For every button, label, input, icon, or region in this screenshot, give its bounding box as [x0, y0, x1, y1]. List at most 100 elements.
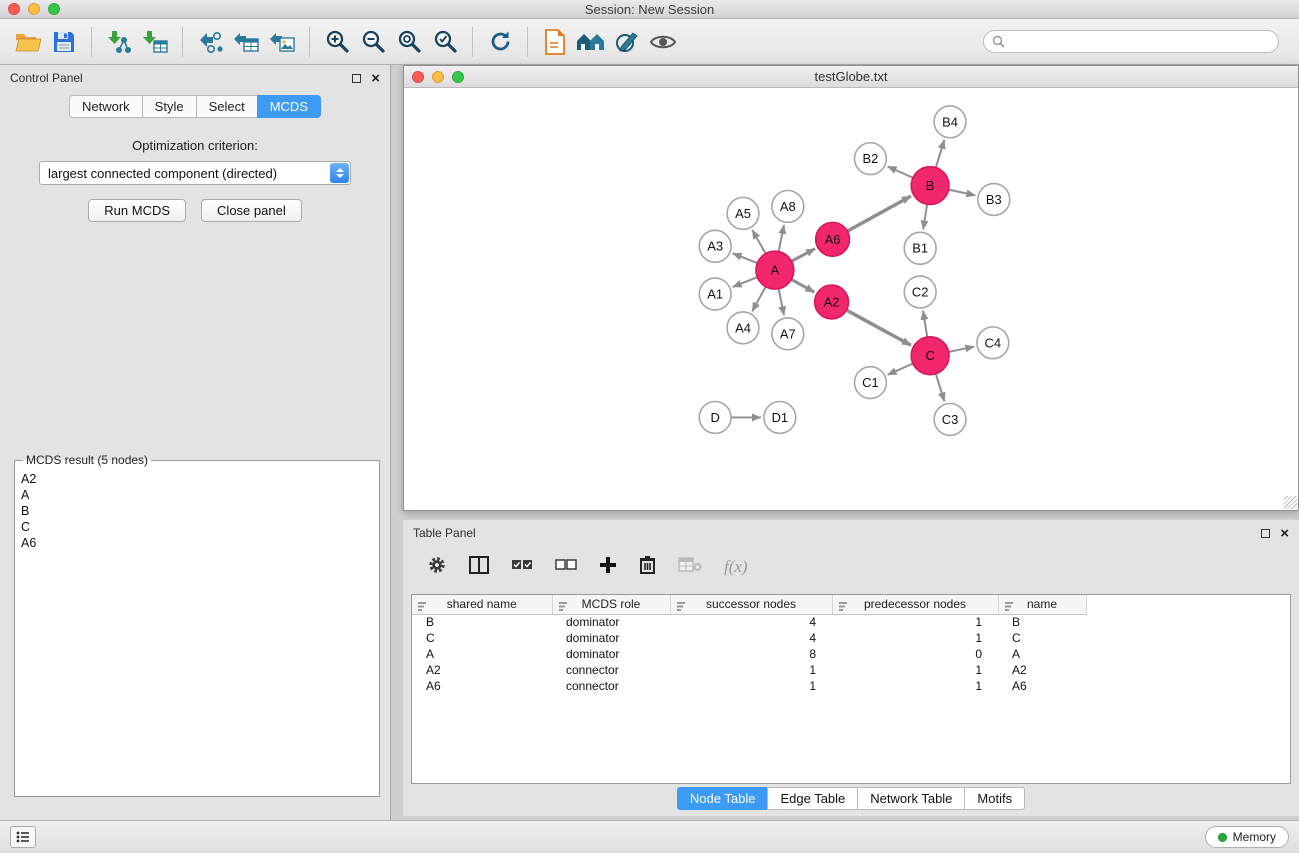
node-A8[interactable]: A8 — [772, 191, 804, 223]
node-C3[interactable]: C3 — [934, 404, 966, 436]
close-window-button[interactable] — [8, 3, 20, 15]
tab-network-table[interactable]: Network Table — [857, 787, 964, 810]
minimize-window-button[interactable] — [28, 3, 40, 15]
mcds-result-item[interactable]: A6 — [21, 535, 373, 551]
node-A7[interactable]: A7 — [772, 318, 804, 350]
delete-column-icon[interactable] — [639, 555, 656, 579]
first-neighbors-icon[interactable] — [537, 25, 573, 59]
table-row[interactable]: A2connector11A2 — [412, 662, 1290, 678]
table-settings-gear-icon[interactable] — [427, 555, 447, 580]
edge-A6-B[interactable] — [847, 196, 910, 231]
window-resize-grip[interactable] — [1284, 496, 1297, 509]
float-panel-icon[interactable] — [352, 74, 361, 83]
node-C2[interactable]: C2 — [904, 276, 936, 308]
panel-selector-button[interactable] — [10, 826, 36, 848]
node-B2[interactable]: B2 — [854, 143, 886, 175]
run-mcds-button[interactable]: Run MCDS — [88, 199, 186, 222]
edge-A-A3[interactable] — [733, 253, 758, 263]
select-all-icon[interactable] — [511, 557, 533, 578]
node-C4[interactable]: C4 — [977, 327, 1009, 359]
import-network-icon[interactable] — [101, 25, 137, 59]
mcds-result-item[interactable]: B — [21, 503, 373, 519]
node-C[interactable]: C — [911, 337, 949, 375]
export-image-icon[interactable] — [264, 25, 300, 59]
eye-icon[interactable] — [645, 25, 681, 59]
tab-motifs[interactable]: Motifs — [964, 787, 1025, 810]
network-window-titlebar[interactable]: testGlobe.txt — [404, 66, 1298, 88]
column-header-successor-nodes[interactable]: successor nodes — [670, 595, 832, 614]
new-network-icon[interactable] — [192, 25, 228, 59]
edge-B-B3[interactable] — [949, 190, 976, 196]
tab-node-table[interactable]: Node Table — [677, 787, 768, 810]
import-table-icon[interactable] — [137, 25, 173, 59]
edge-C-C4[interactable] — [949, 347, 975, 352]
table-row[interactable]: Bdominator41B — [412, 614, 1290, 630]
tab-style[interactable]: Style — [142, 95, 196, 118]
show-columns-icon[interactable] — [469, 556, 489, 579]
node-A4[interactable]: A4 — [727, 312, 759, 344]
column-header-predecessor-nodes[interactable]: predecessor nodes — [832, 595, 998, 614]
close-panel-button[interactable]: Close panel — [201, 199, 302, 222]
add-column-icon[interactable] — [599, 556, 617, 579]
node-B4[interactable]: B4 — [934, 106, 966, 138]
edge-A-A4[interactable] — [752, 287, 766, 312]
annotation-icon[interactable] — [609, 25, 645, 59]
search-input[interactable] — [1010, 35, 1270, 49]
maximize-window-button[interactable] — [48, 3, 60, 15]
node-C1[interactable]: C1 — [854, 367, 886, 399]
table-row[interactable]: Adominator80A — [412, 646, 1290, 662]
home-icon[interactable] — [573, 25, 609, 59]
column-header-name[interactable]: name — [998, 595, 1086, 614]
table-row[interactable]: Cdominator41C — [412, 630, 1290, 646]
deselect-all-icon[interactable] — [555, 557, 577, 578]
node-B[interactable]: B — [911, 167, 949, 205]
node-D1[interactable]: D1 — [764, 402, 796, 434]
close-table-panel-icon[interactable]: × — [1280, 526, 1289, 541]
node-A5[interactable]: A5 — [727, 197, 759, 229]
edge-A-A5[interactable] — [752, 230, 765, 254]
tab-mcds[interactable]: MCDS — [257, 95, 321, 118]
zoom-selected-icon[interactable] — [427, 25, 463, 59]
column-header-shared-name[interactable]: shared name — [412, 595, 552, 614]
node-D[interactable]: D — [699, 402, 731, 434]
mcds-result-item[interactable]: A — [21, 487, 373, 503]
new-table-icon[interactable] — [228, 25, 264, 59]
edge-A-A1[interactable] — [733, 277, 758, 287]
tab-edge-table[interactable]: Edge Table — [767, 787, 857, 810]
mcds-result-item[interactable]: C — [21, 519, 373, 535]
zoom-in-icon[interactable] — [319, 25, 355, 59]
edge-C-C3[interactable] — [936, 374, 945, 402]
zoom-fit-icon[interactable] — [391, 25, 427, 59]
tab-network[interactable]: Network — [69, 95, 142, 118]
column-header-mcds-role[interactable]: MCDS role — [552, 595, 670, 614]
node-A2[interactable]: A2 — [815, 285, 849, 319]
minimize-network-window-button[interactable] — [432, 71, 444, 83]
edge-A-A6[interactable] — [792, 249, 815, 262]
table-row[interactable]: A6connector11A6 — [412, 678, 1290, 694]
edge-B-B4[interactable] — [936, 140, 945, 168]
edge-A-A8[interactable] — [779, 225, 784, 252]
node-A[interactable]: A — [756, 251, 794, 289]
edge-A-A2[interactable] — [791, 279, 814, 292]
memory-button[interactable]: Memory — [1205, 826, 1289, 848]
edge-A-A7[interactable] — [779, 289, 784, 316]
node-B3[interactable]: B3 — [978, 184, 1010, 216]
optimization-criterion-dropdown[interactable]: largest connected component (directed) — [39, 161, 351, 185]
float-table-panel-icon[interactable] — [1261, 529, 1270, 538]
mcds-result-item[interactable]: A2 — [21, 471, 373, 487]
open-file-icon[interactable] — [10, 25, 46, 59]
tab-select[interactable]: Select — [196, 95, 257, 118]
maximize-network-window-button[interactable] — [452, 71, 464, 83]
edge-C-C1[interactable] — [888, 363, 913, 374]
edge-A2-C[interactable] — [846, 310, 910, 345]
node-A1[interactable]: A1 — [699, 278, 731, 310]
node-A3[interactable]: A3 — [699, 230, 731, 262]
edge-B-B2[interactable] — [888, 166, 913, 177]
close-network-window-button[interactable] — [412, 71, 424, 83]
search-box[interactable] — [983, 30, 1279, 53]
zoom-out-icon[interactable] — [355, 25, 391, 59]
network-canvas[interactable]: B4B2BB3A5A8A6B1A3AC2A1A2A4A7C4CC1C3DD1 — [404, 88, 1298, 510]
close-panel-icon[interactable]: × — [371, 71, 380, 86]
edge-C-C2[interactable] — [923, 311, 927, 337]
edge-B-B1[interactable] — [923, 204, 927, 229]
